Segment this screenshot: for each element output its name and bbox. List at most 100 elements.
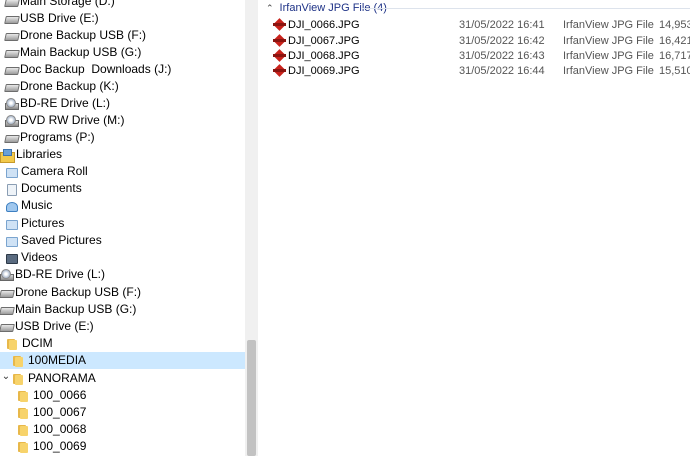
folder-icon [17,441,29,453]
nav-item-100media[interactable]: 100MEDIA [0,352,245,369]
nav-item-label: Main Backup USB (G:) [20,45,142,59]
drive-icon [5,49,18,57]
nav-item-label: DVD RW Drive (M:) [20,113,125,127]
nav-item-main-storage-d[interactable]: Main Storage (D:) [5,0,115,10]
nav-item-label: Libraries [16,147,63,161]
nav-item-label: 100_0066 [33,388,87,402]
nav-item-music[interactable]: Music [5,197,52,214]
pictures-icon [5,218,18,230]
nav-scrollbar[interactable] [245,0,258,456]
irfanview-file-icon [273,34,286,47]
irfanview-file-icon [273,49,286,62]
folder-icon [12,373,24,385]
nav-item-label: 100MEDIA [28,353,87,367]
nav-item-videos[interactable]: Videos [5,249,57,266]
file-name: DJI_0068.JPG [288,50,360,62]
nav-item-100-0068[interactable]: 100_0068 [17,421,86,438]
nav-item-saved-pictures[interactable]: Saved Pictures [5,232,102,249]
nav-item-pictures[interactable]: Pictures [5,215,64,232]
nav-item-bd-re-drive-l[interactable]: BD-RE Drive (L:) [5,95,110,112]
nav-item-drone-backup-usb-f-root[interactable]: Drone Backup USB (F:) [0,284,141,301]
nav-item-label: 100_0068 [33,422,87,436]
file-name: DJI_0066.JPG [288,19,360,31]
nav-item-label: BD-RE Drive (L:) [15,267,106,281]
nav-item-label: Drone Backup (K:) [20,79,119,93]
group-collapse-chevron-icon[interactable]: ⌃ [266,3,274,14]
nav-item-label: USB Drive (E:) [20,11,99,25]
nav-item-label: BD-RE Drive (L:) [20,96,111,110]
nav-item-label: Pictures [21,216,65,230]
group-divider [362,8,690,9]
optical-drive-icon [0,268,14,281]
file-date: 31/05/2022 16:43 [459,50,545,62]
nav-item-programs-p[interactable]: Programs (P:) [5,129,95,146]
folder-icon [17,407,29,419]
nav-item-dvd-rw-drive-m[interactable]: DVD RW Drive (M:) [5,112,124,129]
documents-icon [5,183,17,196]
file-row[interactable]: DJI_0068.JPG 31/05/2022 16:43 IrfanView … [258,48,690,64]
navigation-pane: Main Storage (D:) USB Drive (E:) Drone B… [0,0,245,456]
drive-icon [5,0,18,6]
nav-item-label: Saved Pictures [21,233,102,247]
nav-item-panorama[interactable]: ⌄ PANORAMA [0,370,96,387]
optical-drive-icon [5,97,19,110]
nav-item-usb-drive-e[interactable]: USB Drive (E:) [5,10,99,27]
nav-item-label: Videos [21,250,58,264]
file-row[interactable]: DJI_0066.JPG 31/05/2022 16:41 IrfanView … [258,17,690,33]
nav-item-label: PANORAMA [28,371,96,385]
nav-item-label: 100_0069 [33,439,87,453]
file-type: IrfanView JPG File [563,50,654,62]
file-type: IrfanView JPG File [563,19,654,31]
nav-item-100-0069[interactable]: 100_0069 [17,438,86,455]
drive-icon [0,306,13,314]
file-size: 15,510 K [659,65,690,77]
file-list-pane: ⌃ IrfanView JPG File (4) DJI_0066.JPG 31… [258,0,690,456]
nav-item-label: Documents [21,181,82,195]
camera-roll-icon [5,166,18,178]
nav-item-drone-backup-k[interactable]: Drone Backup (K:) [5,78,119,95]
nav-item-label: Camera Roll [21,164,88,178]
collapse-chevron-icon[interactable]: ⌄ [0,371,12,382]
file-type: IrfanView JPG File [563,65,654,77]
nav-item-label: USB Drive (E:) [15,319,94,333]
libraries-icon [0,148,15,163]
nav-item-main-backup-usb-g-root[interactable]: Main Backup USB (G:) [0,301,136,318]
nav-item-main-backup-usb-g[interactable]: Main Backup USB (G:) [5,44,141,61]
videos-icon [5,252,18,264]
nav-item-bd-re-drive-l-root[interactable]: BD-RE Drive (L:) [0,266,105,283]
nav-item-100-0066[interactable]: 100_0066 [17,387,86,404]
drive-icon [5,66,18,74]
drive-icon [5,32,18,40]
nav-item-camera-roll[interactable]: Camera Roll [5,163,88,180]
drive-icon [5,15,18,23]
nav-item-doc-backup-downloads-j[interactable]: Doc Backup Downloads (J:) [5,61,171,78]
nav-item-label: Music [21,198,53,212]
nav-item-label: Doc Backup Downloads (J:) [20,62,172,76]
saved-pictures-icon [5,235,18,247]
nav-item-label: Drone Backup USB (F:) [20,28,147,42]
nav-item-dcim[interactable]: DCIM [6,335,53,352]
drive-icon [0,323,13,331]
file-date: 31/05/2022 16:44 [459,65,545,77]
folder-icon [12,355,24,367]
folder-icon [17,424,29,436]
file-size: 16,421 K [659,35,690,47]
nav-item-libraries[interactable]: Libraries [0,146,62,163]
file-date: 31/05/2022 16:41 [459,19,545,31]
folder-icon [6,338,18,350]
folder-icon [17,390,29,402]
nav-item-documents[interactable]: Documents [5,180,82,197]
file-row[interactable]: DJI_0067.JPG 31/05/2022 16:42 IrfanView … [258,33,690,49]
music-icon [5,200,18,212]
nav-item-label: Main Storage (D:) [20,0,115,8]
nav-scrollbar-thumb[interactable] [247,340,256,456]
nav-item-100-0067[interactable]: 100_0067 [17,404,86,421]
nav-item-label: Main Backup USB (G:) [15,302,137,316]
nav-item-usb-drive-e-root[interactable]: USB Drive (E:) [0,318,94,335]
nav-item-label: Drone Backup USB (F:) [15,285,142,299]
file-name: DJI_0069.JPG [288,65,360,77]
irfanview-file-icon [273,18,286,31]
nav-item-drone-backup-usb-f[interactable]: Drone Backup USB (F:) [5,27,146,44]
file-row[interactable]: DJI_0069.JPG 31/05/2022 16:44 IrfanView … [258,63,690,79]
file-date: 31/05/2022 16:42 [459,35,545,47]
